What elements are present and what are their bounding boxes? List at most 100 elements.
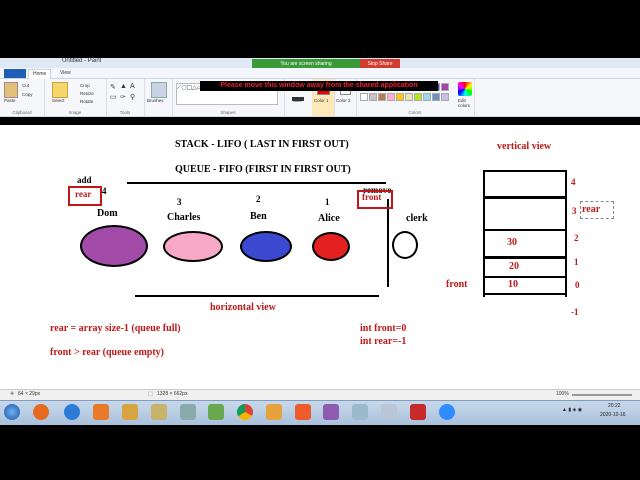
person-index-alice: 1 [325,197,330,207]
media-player-icon[interactable] [122,404,138,420]
color-bluegray[interactable] [432,93,440,101]
eraser-icon[interactable]: ▭ [110,93,117,101]
cut-button[interactable]: Cut [22,83,29,88]
paste-icon[interactable] [4,82,18,98]
person-alice [312,232,350,261]
array-divider-3 [483,256,565,259]
person-name-dom: Dom [97,208,118,219]
tab-home[interactable]: Home [28,69,52,79]
internet-explorer-icon[interactable] [64,404,80,420]
media-icon[interactable] [93,404,109,420]
start-button[interactable] [4,404,20,420]
stop-share-button[interactable]: Stop Share [360,59,400,68]
cursor-position-icon: ✛ [10,391,15,397]
crop-button[interactable]: Crop [80,83,90,88]
paste-button[interactable]: Paste [4,98,16,103]
app-icon[interactable] [180,404,196,420]
front-label: front [362,192,382,202]
image-size: 1328 × 662px [157,391,188,397]
text-icon[interactable]: A [130,83,135,90]
zoom-level: 100% [556,391,569,397]
drawing-canvas[interactable]: STACK - LIFO ( LAST IN FIRST OUT) QUEUE … [0,125,640,389]
select-button[interactable]: Select [52,98,65,103]
rotate-button[interactable]: Rotate [80,99,93,104]
color-purple[interactable] [441,83,449,91]
resize-button[interactable]: Resize [80,91,94,96]
color-lavender[interactable] [441,93,449,101]
stack-title: STACK - LIFO ( LAST IN FIRST OUT) [175,139,349,150]
color-white[interactable] [360,93,368,101]
tab-view[interactable]: View [56,69,75,78]
powerpoint-icon[interactable] [295,404,311,420]
person-ben [240,231,292,262]
clerk-label: clerk [406,213,428,224]
onenote-icon[interactable] [323,404,339,420]
brush-icon[interactable] [151,82,167,98]
image-group: Select Crop Resize Rotate Image [44,79,107,116]
excel-icon[interactable] [208,404,224,420]
acrobat-icon[interactable] [410,404,426,420]
color-brown[interactable] [378,93,386,101]
array-index-0: 0 [575,280,580,290]
color-lightgray[interactable] [369,93,377,101]
firefox-icon[interactable] [33,404,49,420]
share-warning: Please move this window away from the sh… [200,81,438,91]
brushes-button[interactable]: Brushes [147,98,164,103]
color-lime[interactable] [414,93,422,101]
tools-group: ✎ ▲ A ▭ ✑ ⚲ Tools [106,79,145,116]
clock-time: 20:22 [608,403,621,409]
edit-colors-button[interactable]: Edit colors [458,98,474,108]
zoom-slider[interactable] [572,394,632,396]
int-front-declaration: int front=0 [360,323,407,334]
vertical-view-label: vertical view [497,141,552,152]
queue-title: QUEUE - FIFO (FIRST IN FIRST OUT) [175,164,351,175]
queue-bottom-line [135,295,379,297]
share-status: You are screen sharing [252,59,360,68]
size-button[interactable]: Size [293,98,302,103]
rear-text-selection[interactable] [580,201,614,219]
select-icon[interactable] [52,82,68,98]
clipboard-group: Paste Cut Copy Clipboard [0,79,45,116]
color-lightturquoise[interactable] [423,93,431,101]
rear-label: rear [75,189,92,199]
tray-icons[interactable]: ▲ ▮ ◈ ◉ [562,407,582,413]
queue-empty-condition: front > rear (queue empty) [50,347,165,358]
file-explorer-icon[interactable] [151,404,167,420]
fill-icon[interactable]: ▲ [120,83,127,90]
edit-colors-icon[interactable] [458,82,472,96]
array-cell-2: 30 [507,237,517,248]
color-rose[interactable] [387,93,395,101]
picker-icon[interactable]: ✑ [120,93,126,101]
queue-top-line [127,182,386,184]
chrome-icon[interactable] [237,404,253,420]
paint-icon[interactable] [352,404,368,420]
screen-share-bar: You are screen sharing Stop Share [252,59,400,68]
person-name-alice: Alice [318,213,340,224]
person-charles [163,231,223,262]
person-name-charles: Charles [167,212,201,223]
array-index-3: 3 [572,206,577,216]
color-lightyellow[interactable] [405,93,413,101]
pencil-icon[interactable]: ✎ [110,83,116,91]
array-divider-1 [483,196,565,199]
folder-icon[interactable] [266,404,282,420]
zoom-app-icon[interactable] [439,404,455,420]
copy-button[interactable]: Copy [22,92,33,97]
vertical-front-label: front [446,279,468,290]
cursor-position: 64 × 29px [18,391,41,397]
horizontal-view-label: horizontal view [210,302,276,313]
array-index-1: 1 [574,257,579,267]
queue-full-condition: rear = array size-1 (queue full) [50,323,181,334]
array-index-minus1: -1 [571,307,579,317]
app-icon-2[interactable] [381,404,397,420]
array-index-2: 2 [574,233,579,243]
array-divider-2 [483,229,565,231]
magnifier-icon[interactable]: ⚲ [130,93,135,101]
person-index-ben: 2 [256,194,261,204]
array-cell-1: 20 [509,261,519,272]
array-index-4: 4 [571,177,576,187]
clock-date: 2020-10-16 [600,412,626,418]
title-bar: Untitled - Paint You are screen sharing … [0,58,640,68]
file-menu-button[interactable] [4,69,26,78]
color-gold[interactable] [396,93,404,101]
